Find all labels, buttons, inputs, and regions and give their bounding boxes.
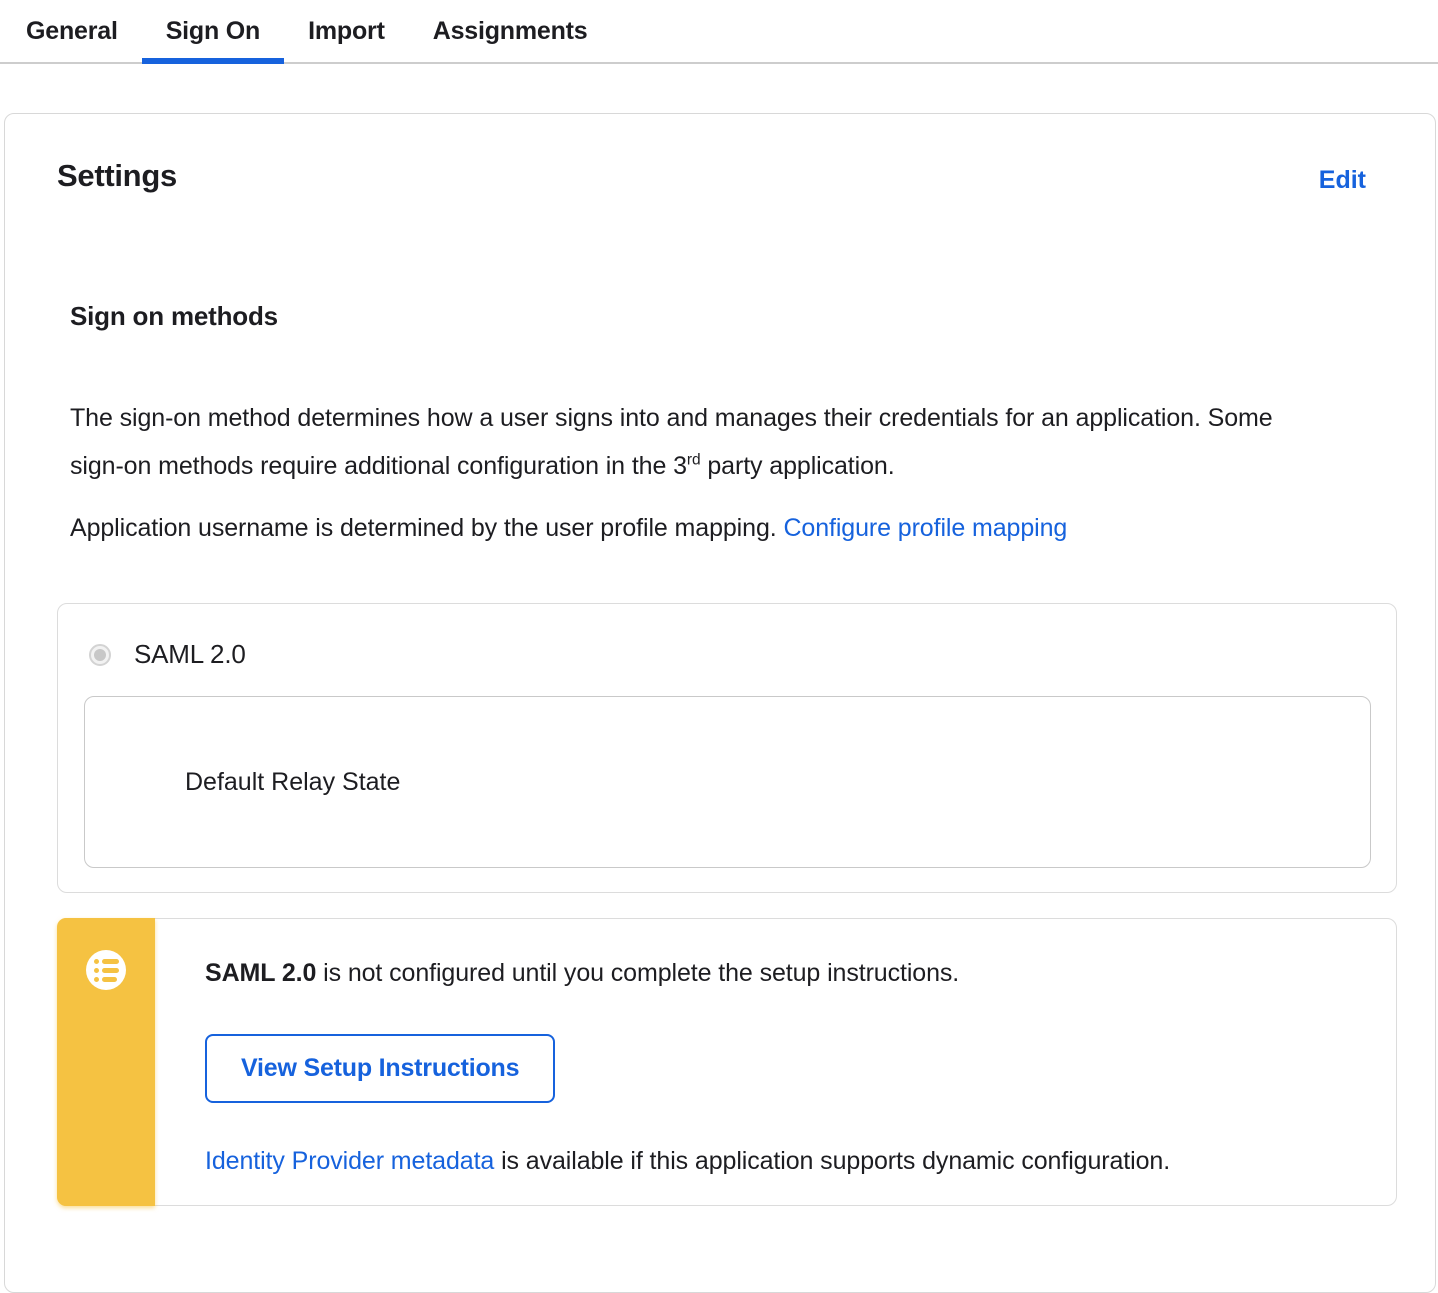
saml-method-box: SAML 2.0 Default Relay State [57, 603, 1397, 893]
sign-on-methods-heading: Sign on methods [70, 301, 278, 331]
settings-card-header: Settings Edit [57, 158, 1391, 195]
username-note-text: Application username is determined by th… [70, 514, 784, 542]
default-relay-state-fieldset: Default Relay State [84, 696, 1371, 868]
saml-radio-row: SAML 2.0 [89, 639, 1396, 670]
saml-setup-callout: SAML 2.0 is not configured until you com… [57, 918, 1397, 1206]
tab-import[interactable]: Import [284, 0, 409, 62]
callout-warning-stripe [57, 918, 155, 1206]
ordinal-superscript: rd [686, 451, 701, 469]
callout-message-rest: is not configured until you complete the… [316, 959, 960, 987]
settings-card: Settings Edit Sign on methods The sign-o… [4, 113, 1436, 1293]
metadata-line: Identity Provider metadata is available … [205, 1143, 1170, 1179]
tab-general[interactable]: General [2, 0, 142, 62]
identity-provider-metadata-link[interactable]: Identity Provider metadata [205, 1147, 494, 1175]
settings-title: Settings [57, 158, 177, 193]
callout-content: SAML 2.0 is not configured until you com… [155, 919, 1170, 1205]
default-relay-state-label: Default Relay State [185, 767, 401, 796]
callout-message-bold: SAML 2.0 [205, 959, 317, 987]
description-text-end: party application. [700, 452, 895, 480]
sign-on-method-description: The sign-on method determines how a user… [70, 394, 1288, 490]
app-tab-bar: General Sign On Import Assignments [0, 0, 1438, 64]
username-mapping-note: Application username is determined by th… [70, 504, 1391, 552]
view-setup-instructions-button[interactable]: View Setup Instructions [205, 1034, 556, 1103]
tab-sign-on[interactable]: Sign On [141, 0, 285, 64]
description-text: The sign-on method determines how a user… [70, 404, 1273, 480]
saml-radio-button[interactable] [89, 643, 111, 666]
metadata-line-rest: is available if this application support… [494, 1147, 1171, 1175]
edit-link[interactable]: Edit [1319, 166, 1366, 195]
saml-radio-label: SAML 2.0 [134, 639, 246, 669]
setup-list-icon [86, 950, 126, 990]
configure-profile-mapping-link[interactable]: Configure profile mapping [783, 514, 1067, 542]
callout-message: SAML 2.0 is not configured until you com… [205, 955, 1170, 991]
radio-dot-icon [94, 648, 106, 661]
tab-assignments[interactable]: Assignments [409, 0, 612, 62]
sign-on-methods-section: Sign on methods The sign-on method deter… [70, 301, 1391, 552]
